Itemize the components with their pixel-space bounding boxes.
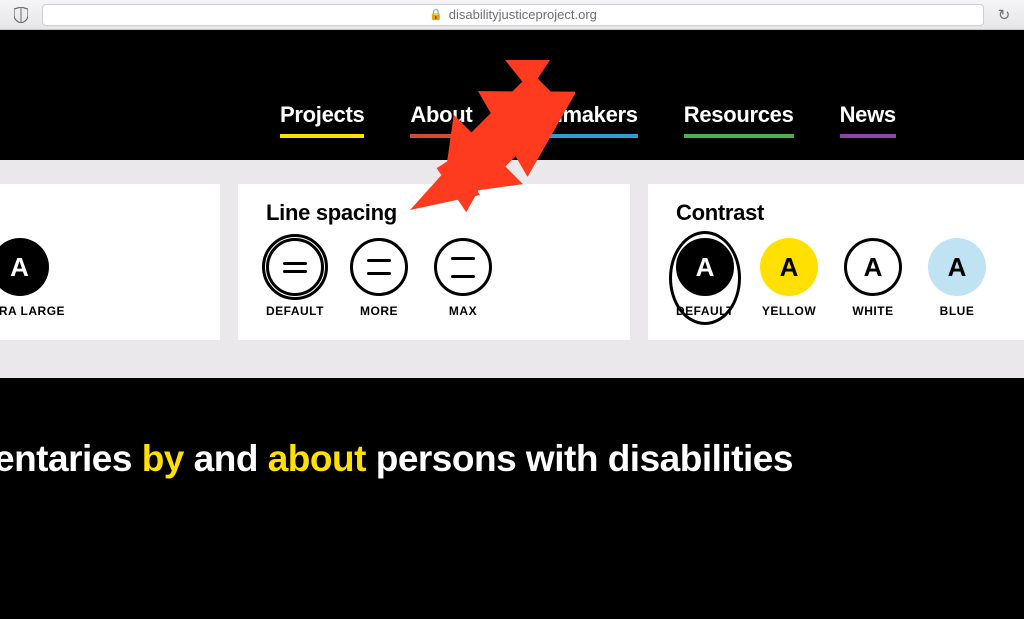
contrast-default-option[interactable]: A DEFAULT bbox=[676, 238, 734, 318]
nav-projects[interactable]: Projects bbox=[280, 102, 364, 138]
textsize-xlarge-option[interactable]: A EXTRA LARGE bbox=[0, 238, 65, 318]
hero-text: and bbox=[184, 438, 268, 479]
linespacing-more-option[interactable]: MORE bbox=[350, 238, 408, 318]
hero-text: entaries bbox=[0, 438, 142, 479]
nav-news[interactable]: News bbox=[840, 102, 896, 138]
url-text: disabilityjusticeproject.org bbox=[449, 7, 597, 22]
contrast-white-option[interactable]: A WHITE bbox=[844, 238, 902, 318]
hero-text: persons with disabilities bbox=[366, 438, 793, 479]
privacy-shield-icon[interactable] bbox=[8, 4, 34, 26]
nav-filmmakers[interactable]: Filmmakers bbox=[518, 102, 637, 138]
hero-highlight-about: about bbox=[268, 438, 366, 479]
linespacing-default-icon bbox=[266, 238, 324, 296]
contrast-yellow-option[interactable]: A YELLOW bbox=[760, 238, 818, 318]
hero-tagline: entaries by and about persons with disab… bbox=[0, 438, 1024, 480]
contrast-title: Contrast bbox=[676, 200, 996, 226]
textsize-card: A GE A EXTRA LARGE bbox=[0, 184, 220, 340]
linespacing-default-option[interactable]: DEFAULT bbox=[266, 238, 324, 318]
browser-chrome: 🔒 disabilityjusticeproject.org ↻ bbox=[0, 0, 1024, 30]
linespacing-max-icon bbox=[434, 238, 492, 296]
site-header: Projects About Filmmakers Resources News bbox=[0, 30, 1024, 160]
url-bar[interactable]: 🔒 disabilityjusticeproject.org bbox=[42, 4, 984, 26]
letter-a-icon: A bbox=[0, 238, 49, 296]
linespacing-more-icon bbox=[350, 238, 408, 296]
main-nav: Projects About Filmmakers Resources News bbox=[280, 102, 896, 138]
reload-button[interactable]: ↻ bbox=[992, 4, 1016, 26]
lock-icon: 🔒 bbox=[429, 8, 443, 21]
textsize-title bbox=[0, 200, 192, 226]
contrast-card: Contrast A DEFAULT A YELLOW A WHITE A BL… bbox=[648, 184, 1024, 340]
contrast-yellow-label: YELLOW bbox=[762, 304, 816, 318]
contrast-blue-option[interactable]: A BLUE bbox=[928, 238, 986, 318]
contrast-blue-icon: A bbox=[928, 238, 986, 296]
contrast-white-label: WHITE bbox=[852, 304, 893, 318]
textsize-xlarge-label: EXTRA LARGE bbox=[0, 304, 65, 318]
accessibility-panel: A GE A EXTRA LARGE Line spacing DEFAULT … bbox=[0, 160, 1024, 378]
contrast-yellow-icon: A bbox=[760, 238, 818, 296]
linespacing-more-label: MORE bbox=[360, 304, 398, 318]
linespacing-default-label: DEFAULT bbox=[266, 304, 324, 318]
linespacing-title: Line spacing bbox=[266, 200, 602, 226]
contrast-white-icon: A bbox=[844, 238, 902, 296]
contrast-blue-label: BLUE bbox=[940, 304, 975, 318]
linespacing-card: Line spacing DEFAULT MORE MAX bbox=[238, 184, 630, 340]
linespacing-max-option[interactable]: MAX bbox=[434, 238, 492, 318]
nav-resources[interactable]: Resources bbox=[684, 102, 794, 138]
linespacing-max-label: MAX bbox=[449, 304, 477, 318]
nav-about[interactable]: About bbox=[410, 102, 472, 138]
hero: entaries by and about persons with disab… bbox=[0, 378, 1024, 619]
hero-highlight-by: by bbox=[142, 438, 184, 479]
contrast-default-icon: A bbox=[676, 238, 734, 296]
